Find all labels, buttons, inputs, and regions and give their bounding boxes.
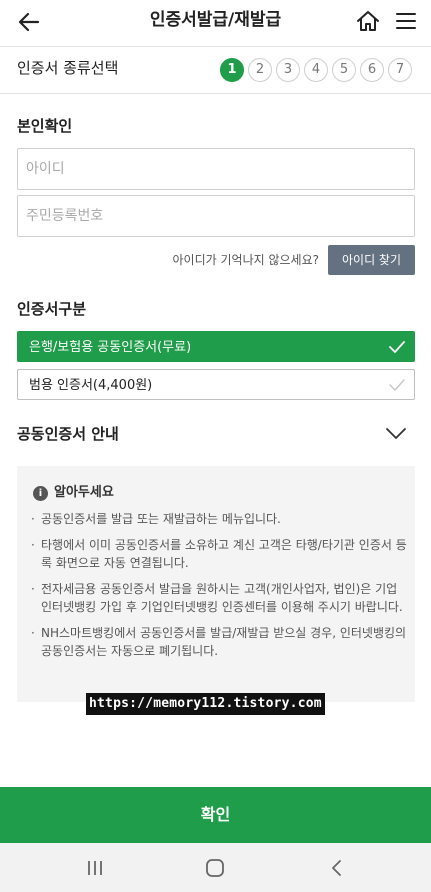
resident-number-input[interactable] bbox=[18, 196, 414, 236]
id-input[interactable] bbox=[18, 149, 414, 189]
find-id-button[interactable]: 아이디 찾기 bbox=[328, 245, 415, 275]
cert-type-select-label: 인증서 종류선택 bbox=[17, 59, 119, 77]
resident-number-field[interactable] bbox=[17, 195, 415, 237]
check-icon bbox=[389, 341, 405, 353]
step-3: 3 bbox=[276, 58, 300, 82]
step-5: 5 bbox=[332, 58, 356, 82]
back-nav-button[interactable] bbox=[325, 857, 349, 879]
step-4: 4 bbox=[304, 58, 328, 82]
hamburger-menu-icon bbox=[396, 13, 416, 29]
app-header: 인증서발급/재발급 bbox=[0, 0, 431, 44]
home-circle-icon bbox=[206, 859, 224, 877]
cert-option-label: 범용 인증서(4,400원) bbox=[29, 378, 153, 393]
menu-button[interactable] bbox=[392, 7, 420, 35]
home-icon bbox=[357, 11, 379, 31]
cert-option-bank-insurance[interactable]: 은행/보험용 공동인증서(무료) bbox=[17, 331, 415, 362]
cert-option-general[interactable]: 범용 인증서(4,400원) bbox=[17, 369, 415, 400]
home-nav-button[interactable] bbox=[203, 857, 227, 879]
home-button[interactable] bbox=[354, 7, 382, 35]
notice-item: NH스마트뱅킹에서 공동인증서를 발급/재발급 받으실 경우, 인터넷뱅킹의 공… bbox=[29, 624, 407, 660]
forgot-id-hint: 아이디가 기억나지 않으세요? bbox=[172, 253, 319, 267]
recent-apps-icon bbox=[88, 861, 102, 875]
recent-apps-button[interactable] bbox=[83, 857, 107, 879]
step-6: 6 bbox=[360, 58, 384, 82]
step-row-divider bbox=[0, 93, 431, 94]
notice-title: 알아두세요 bbox=[54, 485, 114, 500]
notice-item: 공동인증서를 발급 또는 재발급하는 메뉴입니다. bbox=[29, 510, 407, 528]
back-chevron-icon bbox=[332, 860, 341, 876]
notice-item: 타행에서 이미 공동인증서를 소유하고 계신 고객은 타행/타기관 인증서 등록… bbox=[29, 536, 407, 572]
cert-type-section-title: 인증서구분 bbox=[17, 300, 87, 318]
notice-box: i 알아두세요 공동인증서를 발급 또는 재발급하는 메뉴입니다. 타행에서 이… bbox=[17, 466, 415, 702]
step-1: 1 bbox=[220, 58, 244, 82]
header-divider bbox=[0, 46, 431, 47]
info-icon: i bbox=[33, 485, 48, 501]
guide-accordion-header[interactable]: 공동인증서 안내 bbox=[0, 418, 431, 450]
cert-type-step-row: 인증서 종류선택 1 2 3 4 5 6 7 bbox=[0, 48, 431, 92]
step-indicator: 1 2 3 4 5 6 7 bbox=[220, 58, 412, 82]
cert-option-label: 은행/보험용 공동인증서(무료) bbox=[29, 340, 192, 355]
id-field[interactable] bbox=[17, 148, 415, 190]
step-2: 2 bbox=[248, 58, 272, 82]
notice-list: 공동인증서를 발급 또는 재발급하는 메뉴입니다. 타행에서 이미 공동인증서를… bbox=[29, 510, 407, 668]
forgot-id-row: 아이디가 기억나지 않으세요? 아이디 찾기 bbox=[0, 245, 431, 275]
notice-item: 전자세금용 공동인증서 발급을 원하시는 고객(개인사업자, 법인)은 기업인터… bbox=[29, 580, 407, 616]
check-icon bbox=[389, 379, 405, 391]
system-nav-bar bbox=[0, 843, 431, 892]
notice-header: i 알아두세요 bbox=[33, 484, 114, 502]
chevron-down-icon bbox=[386, 428, 406, 439]
watermark-text: https://memory112.tistory.com bbox=[86, 693, 325, 715]
identity-section-title: 본인확인 bbox=[17, 117, 73, 135]
step-7: 7 bbox=[388, 58, 412, 82]
confirm-button[interactable]: 확인 bbox=[0, 787, 431, 843]
guide-section-title: 공동인증서 안내 bbox=[17, 425, 119, 443]
